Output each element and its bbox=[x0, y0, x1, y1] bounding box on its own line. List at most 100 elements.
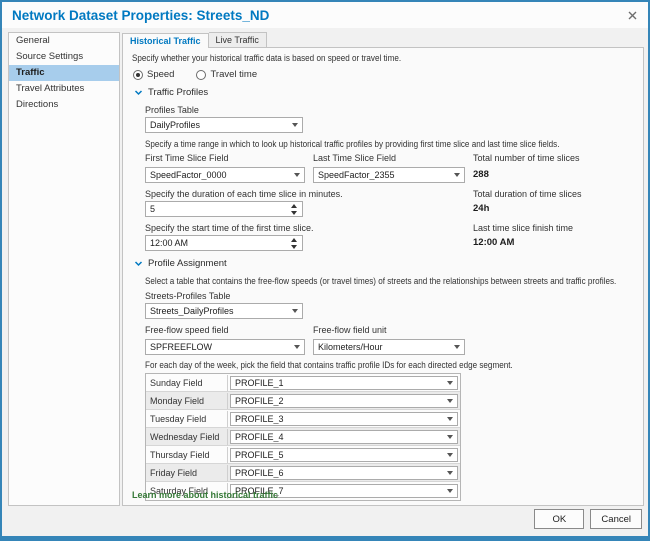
profiles-table-label: Profiles Table bbox=[145, 105, 637, 115]
thursday-field-value: PROFILE_5 bbox=[235, 450, 284, 460]
travel-time-radio[interactable]: Travel time bbox=[196, 69, 257, 80]
dropdown-arrow-icon bbox=[447, 417, 453, 421]
table-row: Monday Field PROFILE_2 bbox=[146, 392, 460, 410]
streets-profiles-table-label: Streets-Profiles Table bbox=[145, 291, 637, 301]
title-bar: Network Dataset Properties: Streets_ND bbox=[2, 2, 648, 28]
sidebar-item-travel-attributes[interactable]: Travel Attributes bbox=[9, 81, 119, 97]
dropdown-arrow-icon bbox=[447, 399, 453, 403]
duration-spinner[interactable]: 5 bbox=[145, 201, 303, 217]
day-fields-table: Sunday Field PROFILE_1 Monday Field PROF… bbox=[145, 373, 461, 501]
last-time-slice-label: Last Time Slice Field bbox=[313, 153, 465, 163]
traffic-profiles-section: Profiles Table DailyProfiles Specify a t… bbox=[145, 105, 637, 251]
tuesday-field-value: PROFILE_3 bbox=[235, 414, 284, 424]
friday-field-value: PROFILE_6 bbox=[235, 468, 284, 478]
start-time-value: 12:00 AM bbox=[150, 238, 188, 248]
dropdown-arrow-icon bbox=[454, 173, 460, 177]
table-row: Thursday Field PROFILE_5 bbox=[146, 446, 460, 464]
learn-more-link[interactable]: Learn more about historical traffic bbox=[132, 490, 278, 500]
radio-selected-icon bbox=[133, 70, 143, 80]
table-row: Wednesday Field PROFILE_4 bbox=[146, 428, 460, 446]
cancel-button[interactable]: Cancel bbox=[590, 509, 642, 529]
spinner-down-icon[interactable] bbox=[291, 245, 297, 249]
chevron-down-icon bbox=[134, 259, 143, 268]
table-row: Sunday Field PROFILE_1 bbox=[146, 374, 460, 392]
time-range-text: Specify a time range in which to look up… bbox=[145, 139, 637, 149]
time-range-text-inner: Specify a time range in which to look up… bbox=[145, 139, 559, 149]
dropdown-arrow-icon bbox=[292, 309, 298, 313]
intro-text-inner: Specify whether your historical traffic … bbox=[132, 53, 401, 63]
tab-live-traffic[interactable]: Live Traffic bbox=[209, 32, 267, 47]
start-time-spinner[interactable]: 12:00 AM bbox=[145, 235, 303, 251]
thursday-field-dropdown[interactable]: PROFILE_5 bbox=[230, 448, 458, 462]
friday-field-label: Friday Field bbox=[146, 465, 228, 481]
sidebar-item-general[interactable]: General bbox=[9, 33, 119, 49]
slice-field-labels-row: First Time Slice Field Last Time Slice F… bbox=[145, 153, 637, 165]
dropdown-arrow-icon bbox=[447, 489, 453, 493]
first-time-slice-dropdown[interactable]: SpeedFactor_0000 bbox=[145, 167, 305, 183]
dropdown-arrow-icon bbox=[447, 435, 453, 439]
spinner-down-icon[interactable] bbox=[291, 211, 297, 215]
tuesday-field-dropdown[interactable]: PROFILE_3 bbox=[230, 412, 458, 426]
wednesday-field-value: PROFILE_4 bbox=[235, 432, 284, 442]
freeflow-speed-field-label: Free-flow speed field bbox=[145, 325, 305, 335]
freeflow-labels-row: Free-flow speed field Free-flow field un… bbox=[145, 325, 637, 337]
first-time-slice-label: First Time Slice Field bbox=[145, 153, 305, 163]
chevron-down-icon bbox=[134, 88, 143, 97]
network-dataset-properties-dialog: Network Dataset Properties: Streets_ND G… bbox=[0, 0, 650, 541]
spinner-arrows bbox=[288, 204, 300, 215]
ok-button[interactable]: OK bbox=[534, 509, 584, 529]
traffic-profiles-section-header[interactable]: Traffic Profiles bbox=[134, 87, 637, 98]
friday-field-dropdown[interactable]: PROFILE_6 bbox=[230, 466, 458, 480]
sunday-field-label: Sunday Field bbox=[146, 375, 228, 391]
start-time-text: Specify the start time of the first time… bbox=[145, 223, 465, 233]
radio-unselected-icon bbox=[196, 70, 206, 80]
freeflow-speed-field-dropdown[interactable]: SPFREEFLOW bbox=[145, 339, 305, 355]
total-duration-label: Total duration of time slices bbox=[473, 189, 637, 199]
tab-bar: Historical Traffic Live Traffic bbox=[122, 32, 644, 47]
sunday-field-dropdown[interactable]: PROFILE_1 bbox=[230, 376, 458, 390]
total-duration-value: 24h bbox=[473, 201, 637, 217]
last-time-slice-dropdown[interactable]: SpeedFactor_2355 bbox=[313, 167, 465, 183]
profiles-table-dropdown[interactable]: DailyProfiles bbox=[145, 117, 303, 133]
dropdown-arrow-icon bbox=[447, 453, 453, 457]
last-time-slice-value: SpeedFactor_2355 bbox=[318, 170, 395, 180]
select-table-text-inner: Select a table that contains the free-fl… bbox=[145, 276, 616, 286]
dialog-title: Network Dataset Properties: Streets_ND bbox=[12, 8, 269, 23]
sidebar-item-traffic[interactable]: Traffic bbox=[9, 65, 119, 81]
monday-field-label: Monday Field bbox=[146, 393, 228, 409]
close-button[interactable] bbox=[624, 7, 640, 23]
freeflow-field-unit-dropdown[interactable]: Kilometers/Hour bbox=[313, 339, 465, 355]
freeflow-field-unit-label: Free-flow field unit bbox=[313, 325, 465, 335]
spinner-up-icon[interactable] bbox=[291, 204, 297, 208]
dialog-body: General Source Settings Traffic Travel A… bbox=[2, 28, 648, 506]
monday-field-dropdown[interactable]: PROFILE_2 bbox=[230, 394, 458, 408]
tab-historical-traffic[interactable]: Historical Traffic bbox=[122, 33, 209, 48]
historical-traffic-panel: Specify whether your historical traffic … bbox=[122, 47, 644, 506]
freeflow-field-unit-value: Kilometers/Hour bbox=[318, 342, 383, 352]
sidebar-item-directions[interactable]: Directions bbox=[9, 97, 119, 113]
spinner-arrows bbox=[288, 238, 300, 249]
dropdown-arrow-icon bbox=[294, 173, 300, 177]
speed-radio[interactable]: Speed bbox=[133, 69, 174, 80]
profiles-table-value: DailyProfiles bbox=[150, 120, 200, 130]
week-text-inner: For each day of the week, pick the field… bbox=[145, 360, 513, 370]
sunday-field-value: PROFILE_1 bbox=[235, 378, 284, 388]
sidebar-item-source-settings[interactable]: Source Settings bbox=[9, 49, 119, 65]
dropdown-arrow-icon bbox=[292, 123, 298, 127]
finish-time-value: 12:00 AM bbox=[473, 235, 637, 251]
duration-label-row: Specify the duration of each time slice … bbox=[145, 189, 637, 199]
streets-profiles-table-dropdown[interactable]: Streets_DailyProfiles bbox=[145, 303, 303, 319]
speed-radio-label: Speed bbox=[147, 69, 174, 80]
intro-text: Specify whether your historical traffic … bbox=[132, 53, 637, 63]
close-icon bbox=[628, 11, 637, 20]
table-row: Friday Field PROFILE_6 bbox=[146, 464, 460, 482]
monday-field-value: PROFILE_2 bbox=[235, 396, 284, 406]
first-time-slice-value: SpeedFactor_0000 bbox=[150, 170, 227, 180]
dropdown-arrow-icon bbox=[447, 471, 453, 475]
traffic-profiles-heading: Traffic Profiles bbox=[148, 87, 208, 98]
wednesday-field-dropdown[interactable]: PROFILE_4 bbox=[230, 430, 458, 444]
duration-control-row: 5 24h bbox=[145, 201, 637, 217]
spinner-up-icon[interactable] bbox=[291, 238, 297, 242]
week-text: For each day of the week, pick the field… bbox=[145, 360, 637, 370]
profile-assignment-section-header[interactable]: Profile Assignment bbox=[134, 258, 637, 269]
